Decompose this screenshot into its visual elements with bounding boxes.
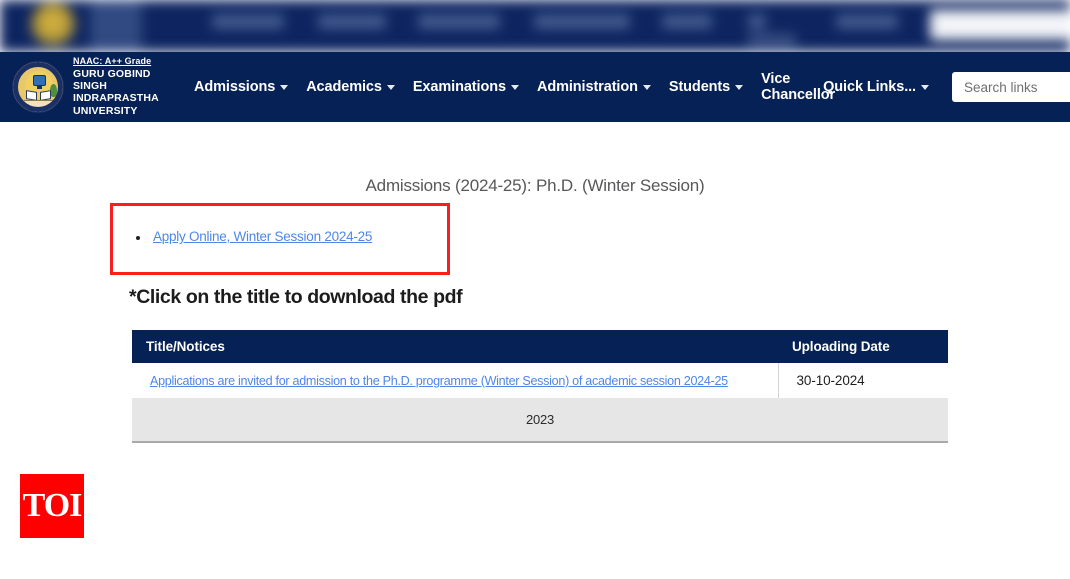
main-content: Admissions (2024-25): Ph.D. (Winter Sess… [0,122,1070,443]
year-divider-label: 2023 [132,398,948,443]
blurred-nav-item [418,14,500,29]
brand-block[interactable]: NAAC: A++ Grade GURU GOBIND SINGH INDRAP… [12,55,159,117]
nav-item-administration[interactable]: Administration [528,77,660,97]
notices-table-head: Title/Notices Uploading Date [132,330,948,363]
table-header-row: Title/Notices Uploading Date [132,330,948,363]
blurred-logo [30,2,76,48]
toi-watermark-label: TOI [22,487,83,524]
apply-online-link[interactable]: Apply Online, Winter Session 2024-25 [153,229,372,244]
nav-item-students[interactable]: Students [660,77,752,97]
chevron-down-icon [280,84,289,90]
apply-online-list: Apply Online, Winter Session 2024-25 [128,229,372,244]
blurred-nav-item [836,14,898,29]
page-title: Admissions (2024-25): Ph.D. (Winter Sess… [365,176,705,195]
chevron-down-icon [642,84,651,90]
download-note: *Click on the title to download the pdf [129,286,463,308]
nav-item-examinations[interactable]: Examinations [404,77,528,97]
site-header: NAAC: A++ Grade GURU GOBIND SINGH INDRAP… [0,52,1070,122]
nav-label: Admissions [194,79,276,95]
table-row-year-divider[interactable]: 2023 [132,398,948,443]
blurred-logo-text [90,0,142,52]
chevron-down-icon [510,84,519,90]
search-input[interactable] [952,72,1070,102]
nav-label: Quick Links... [823,79,916,95]
cell-notice-title: Applications are invited for admission t… [132,363,779,398]
cell-uploading-date: 30-10-2024 [778,363,948,398]
nav-item-vice-chancellor[interactable]: Vice Chancellor [752,69,835,105]
nav-label: Students [668,79,731,95]
nav-item-academics[interactable]: Academics [297,77,404,97]
column-header-uploading-date: Uploading Date [778,330,948,363]
main-navigation: Admissions Academics Examinations Admini… [185,69,1070,105]
toi-watermark-logo: TOI [20,474,84,538]
page-root: NAAC: A++ Grade GURU GOBIND SINGH INDRAP… [0,0,1070,579]
university-crest-icon [12,61,64,113]
nav-item-admissions[interactable]: Admissions [185,77,297,97]
table-row: Applications are invited for admission t… [132,363,948,398]
blurred-header-artifact [0,0,1070,52]
list-item: Apply Online, Winter Session 2024-25 [128,229,372,244]
blurred-nav-item [534,14,630,29]
nav-label: Administration [536,79,638,95]
chevron-down-icon [921,84,929,90]
university-name: GURU GOBIND SINGH INDRAPRASTHA UNIVERSIT… [73,67,159,117]
notices-table: Title/Notices Uploading Date Application… [132,330,948,443]
column-header-title: Title/Notices [132,330,778,363]
blurred-nav-item [748,34,796,47]
notices-table-body: Applications are invited for admission t… [132,363,948,443]
nav-label: Examinations [412,79,506,95]
blurred-search-box [930,10,1070,40]
chevron-down-icon [735,84,744,90]
blurred-nav-item [748,14,766,29]
blurred-nav-item [212,14,284,29]
nav-label: Academics [306,79,382,95]
nav-item-quick-links[interactable]: Quick Links... [814,77,938,97]
chevron-down-icon [386,84,395,90]
notice-pdf-link[interactable]: Applications are invited for admission t… [150,374,728,388]
blurred-nav-item [318,14,386,29]
blurred-nav-item [662,14,712,29]
naac-grade-label: NAAC: A++ Grade [73,55,152,66]
brand-text: NAAC: A++ Grade GURU GOBIND SINGH INDRAP… [73,55,159,117]
